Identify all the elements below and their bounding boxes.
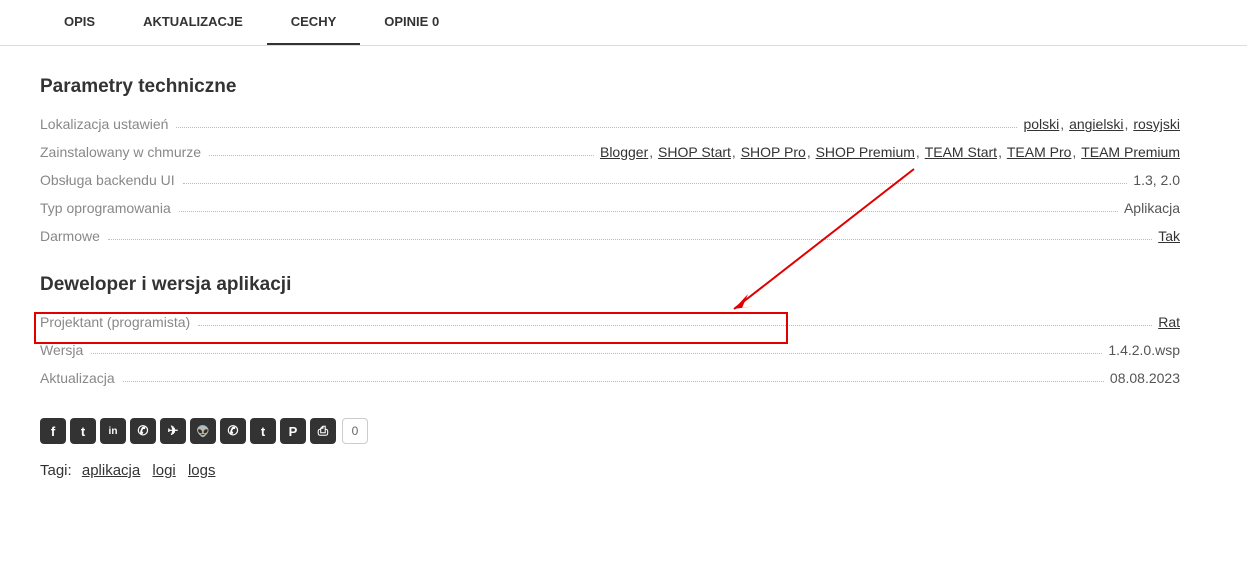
tech-params-title: Parametry techniczne	[40, 76, 1180, 98]
tumblr-icon[interactable]: t	[250, 418, 276, 444]
lang-link[interactable]: angielski	[1069, 116, 1123, 132]
telegram-icon[interactable]: ✈	[160, 418, 186, 444]
row-value: polski, angielski, rosyjski	[1023, 116, 1180, 132]
tech-params-section: Parametry techniczne Lokalizacja ustawie…	[40, 76, 1180, 246]
cloud-link[interactable]: SHOP Start	[658, 144, 731, 160]
tabs-bar: OPIS AKTUALIZACJE CECHY OPINIE 0	[0, 0, 1247, 46]
cloud-link[interactable]: SHOP Pro	[741, 144, 806, 160]
row-label: Darmowe	[40, 228, 104, 244]
content-area: Parametry techniczne Lokalizacja ustawie…	[0, 46, 1220, 509]
designer-link[interactable]: Rat	[1158, 314, 1180, 330]
tag-link[interactable]: aplikacja	[82, 462, 140, 479]
row-value: Rat	[1158, 314, 1180, 330]
row-free: Darmowe Tak	[40, 226, 1180, 246]
viber-icon[interactable]: ✆	[220, 418, 246, 444]
row-localization: Lokalizacja ustawień polski, angielski, …	[40, 114, 1180, 134]
tags-line: Tagi: aplikacja logi logs	[40, 462, 1180, 479]
tab-opinie[interactable]: OPINIE 0	[360, 0, 463, 45]
print-icon[interactable]: ⎙	[310, 418, 336, 444]
row-update: Aktualizacja 08.08.2023	[40, 368, 1180, 388]
share-bar: f t in ✆ ✈ 👽 ✆ t P ⎙ 0	[40, 418, 1180, 444]
row-version: Wersja 1.4.2.0.wsp	[40, 340, 1180, 360]
whatsapp-icon[interactable]: ✆	[130, 418, 156, 444]
row-value: 1.3, 2.0	[1133, 172, 1180, 188]
row-value: Aplikacja	[1124, 200, 1180, 216]
row-label: Wersja	[40, 342, 87, 358]
row-label: Typ oprogramowania	[40, 200, 175, 216]
row-label: Aktualizacja	[40, 370, 119, 386]
reddit-icon[interactable]: 👽	[190, 418, 216, 444]
row-backend: Obsługa backendu UI 1.3, 2.0	[40, 170, 1180, 190]
row-value: Tak	[1158, 228, 1180, 244]
dotted-line	[209, 155, 594, 156]
dotted-line	[91, 353, 1102, 354]
row-label: Lokalizacja ustawień	[40, 116, 172, 132]
twitter-icon[interactable]: t	[70, 418, 96, 444]
tab-opis[interactable]: OPIS	[40, 0, 119, 45]
row-value: Blogger, SHOP Start, SHOP Pro, SHOP Prem…	[600, 144, 1180, 160]
cloud-link[interactable]: TEAM Premium	[1081, 144, 1180, 160]
tab-cechy[interactable]: CECHY	[267, 0, 361, 45]
cloud-link[interactable]: TEAM Start	[925, 144, 997, 160]
row-label: Projektant (programista)	[40, 314, 194, 330]
linkedin-icon[interactable]: in	[100, 418, 126, 444]
tags-label: Tagi:	[40, 462, 72, 479]
dotted-line	[183, 183, 1128, 184]
cloud-link[interactable]: Blogger	[600, 144, 648, 160]
lang-link[interactable]: polski	[1023, 116, 1059, 132]
lang-link[interactable]: rosyjski	[1133, 116, 1180, 132]
tab-aktualizacje[interactable]: AKTUALIZACJE	[119, 0, 267, 45]
row-software-type: Typ oprogramowania Aplikacja	[40, 198, 1180, 218]
facebook-icon[interactable]: f	[40, 418, 66, 444]
share-count: 0	[342, 418, 368, 444]
dotted-line	[108, 239, 1152, 240]
row-label: Obsługa backendu UI	[40, 172, 179, 188]
dotted-line	[198, 325, 1152, 326]
developer-title: Deweloper i wersja aplikacji	[40, 274, 1180, 296]
dotted-line	[176, 127, 1017, 128]
row-value: 1.4.2.0.wsp	[1108, 342, 1180, 358]
row-designer: Projektant (programista) Rat	[40, 312, 1180, 332]
pinterest-icon[interactable]: P	[280, 418, 306, 444]
free-link[interactable]: Tak	[1158, 228, 1180, 244]
tag-link[interactable]: logi	[152, 462, 175, 479]
row-cloud: Zainstalowany w chmurze Blogger, SHOP St…	[40, 142, 1180, 162]
developer-section: Deweloper i wersja aplikacji Projektant …	[40, 274, 1180, 388]
row-label: Zainstalowany w chmurze	[40, 144, 205, 160]
row-value: 08.08.2023	[1110, 370, 1180, 386]
dotted-line	[179, 211, 1118, 212]
cloud-link[interactable]: SHOP Premium	[816, 144, 915, 160]
dotted-line	[123, 381, 1104, 382]
tag-link[interactable]: logs	[188, 462, 216, 479]
cloud-link[interactable]: TEAM Pro	[1007, 144, 1072, 160]
